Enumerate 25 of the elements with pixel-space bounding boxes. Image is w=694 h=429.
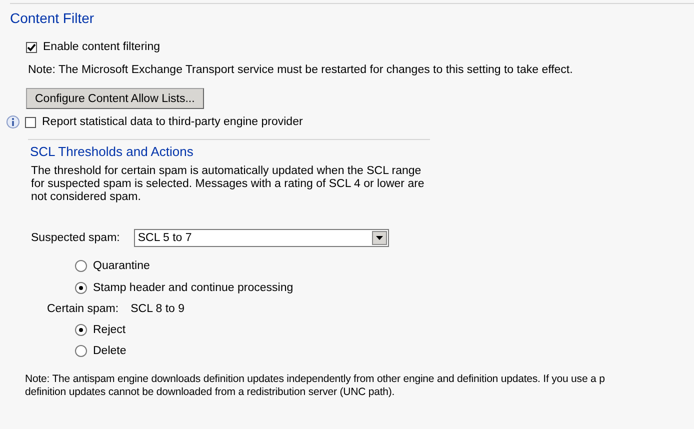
- note-text: Note: The Microsoft Exchange Transport service must be restarted for changes to this setting to take effect.: [28, 64, 573, 76]
- checkbox-label: Report statistical data to third-party engine provider: [42, 116, 303, 128]
- field-label: Certain spam:: [47, 303, 119, 315]
- radio-button[interactable]: [75, 324, 87, 336]
- checkbox-label: Enable content filtering: [43, 41, 160, 53]
- info-icon: [6, 115, 20, 129]
- radio-label: Stamp header and continue processing: [93, 282, 294, 294]
- configure-button[interactable]: Configure Content Allow Lists...: [26, 88, 204, 109]
- field-label: Suspected spam:: [31, 232, 120, 244]
- checkbox[interactable]: [26, 42, 37, 52]
- dropdown[interactable]: SCL 5 to 7: [134, 229, 389, 247]
- radio-button[interactable]: [75, 345, 87, 357]
- caret-icon: [376, 236, 383, 240]
- radio-label: Reject: [93, 324, 126, 336]
- description-text: The threshold for certain spam is automatically updated when the SCL range for suspected spam is selected. Messages with a rating of SCL 4 or lower are not considered spam.: [31, 165, 426, 204]
- note-text: definition updates cannot be downloaded from a redistribution server (UNC path).: [25, 386, 396, 399]
- checkbox[interactable]: [25, 116, 36, 128]
- field-value: SCL 8 to 9: [130, 303, 185, 315]
- radio-button[interactable]: [75, 260, 87, 272]
- note-text: Note: The antispam engine downloads definition updates independently from other engine and definition updates. If you use a p: [25, 373, 606, 386]
- section-title: SCL Thresholds and Actions: [30, 144, 194, 159]
- section-title: Content Filter: [10, 10, 96, 26]
- radio-label: Quarantine: [93, 260, 150, 272]
- radio-label: Delete: [93, 345, 126, 357]
- radio-button[interactable]: [75, 282, 87, 294]
